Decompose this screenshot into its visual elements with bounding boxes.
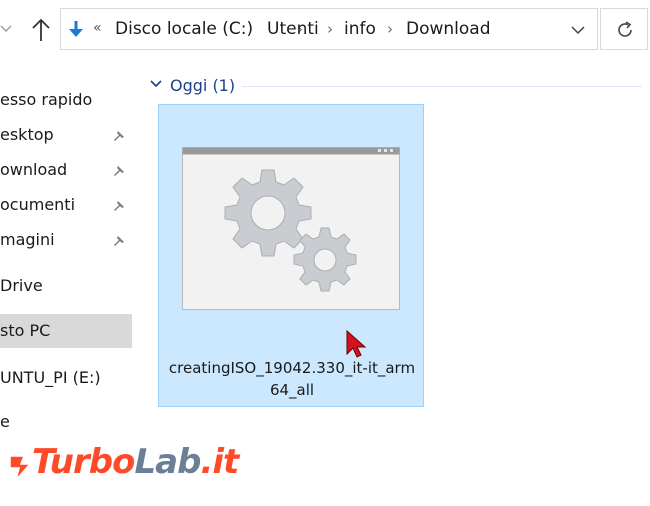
group-label: Oggi (1): [170, 76, 236, 95]
up-arrow-icon[interactable]: [26, 14, 56, 46]
breadcrumb-arrow-icon[interactable]: ›: [327, 20, 333, 38]
group-divider: [242, 86, 642, 87]
breadcrumb-arrow-icon[interactable]: ›: [387, 20, 393, 38]
breadcrumb-download[interactable]: Download: [406, 19, 491, 39]
watermark-logo: TurboLab.it: [0, 430, 260, 506]
breadcrumb-info[interactable]: info: [344, 19, 376, 39]
address-bar[interactable]: « Disco locale (C:) › Utenti › info › Do…: [60, 8, 598, 50]
turbolab-logo-icon: [9, 455, 32, 481]
sidebar-item-this-pc[interactable]: sto PC: [0, 314, 132, 348]
sidebar-item-images[interactable]: magini: [0, 223, 132, 257]
download-folder-icon: [65, 19, 87, 41]
history-dropdown-icon[interactable]: [0, 22, 14, 38]
sidebar-item-quick-access[interactable]: esso rapido: [0, 83, 132, 117]
file-name: creatingISO_19042.330_it-it_arm 64_all: [168, 359, 416, 399]
sidebar-item-label: sto PC: [0, 321, 51, 340]
pin-icon[interactable]: [112, 232, 126, 246]
application-window-icon: [182, 147, 400, 310]
pin-icon[interactable]: [112, 127, 126, 141]
chevron-down-icon[interactable]: [569, 21, 587, 39]
sidebar-item-network[interactable]: e: [0, 412, 10, 431]
mouse-cursor-icon: [346, 330, 367, 358]
sidebar-item-drive-e[interactable]: UNTU_PI (E:): [0, 361, 132, 395]
breadcrumb-users[interactable]: Utenti: [267, 19, 319, 39]
pin-icon[interactable]: [112, 162, 126, 176]
refresh-button[interactable]: [600, 8, 648, 50]
file-item[interactable]: creatingISO_19042.330_it-it_arm 64_all: [158, 104, 424, 407]
refresh-icon: [618, 21, 632, 37]
sidebar-item-onedrive[interactable]: Drive: [0, 269, 132, 303]
sidebar-item-desktop[interactable]: esktop: [0, 118, 132, 152]
breadcrumb-disk[interactable]: Disco locale (C:): [115, 19, 253, 39]
sidebar-item-label: ocumenti: [0, 195, 76, 214]
overflow-chevron-icon[interactable]: «: [93, 20, 102, 36]
toolbar: « Disco locale (C:) › Utenti › info › Do…: [0, 0, 650, 60]
sidebar-item-label: Drive: [0, 276, 43, 295]
sidebar-item-label: magini: [0, 230, 55, 249]
watermark-text: TurboLab.it: [32, 442, 239, 482]
sidebar-item-label: esktop: [0, 125, 54, 144]
sidebar-item-label: esso rapido: [0, 90, 93, 109]
sidebar-item-label: ownload: [0, 160, 68, 179]
pin-icon[interactable]: [112, 197, 126, 211]
sidebar-item-label: UNTU_PI (E:): [0, 368, 101, 387]
chevron-down-icon[interactable]: [148, 76, 164, 96]
sidebar-item-documents[interactable]: ocumenti: [0, 188, 132, 222]
sidebar-item-download[interactable]: ownload: [0, 153, 132, 187]
